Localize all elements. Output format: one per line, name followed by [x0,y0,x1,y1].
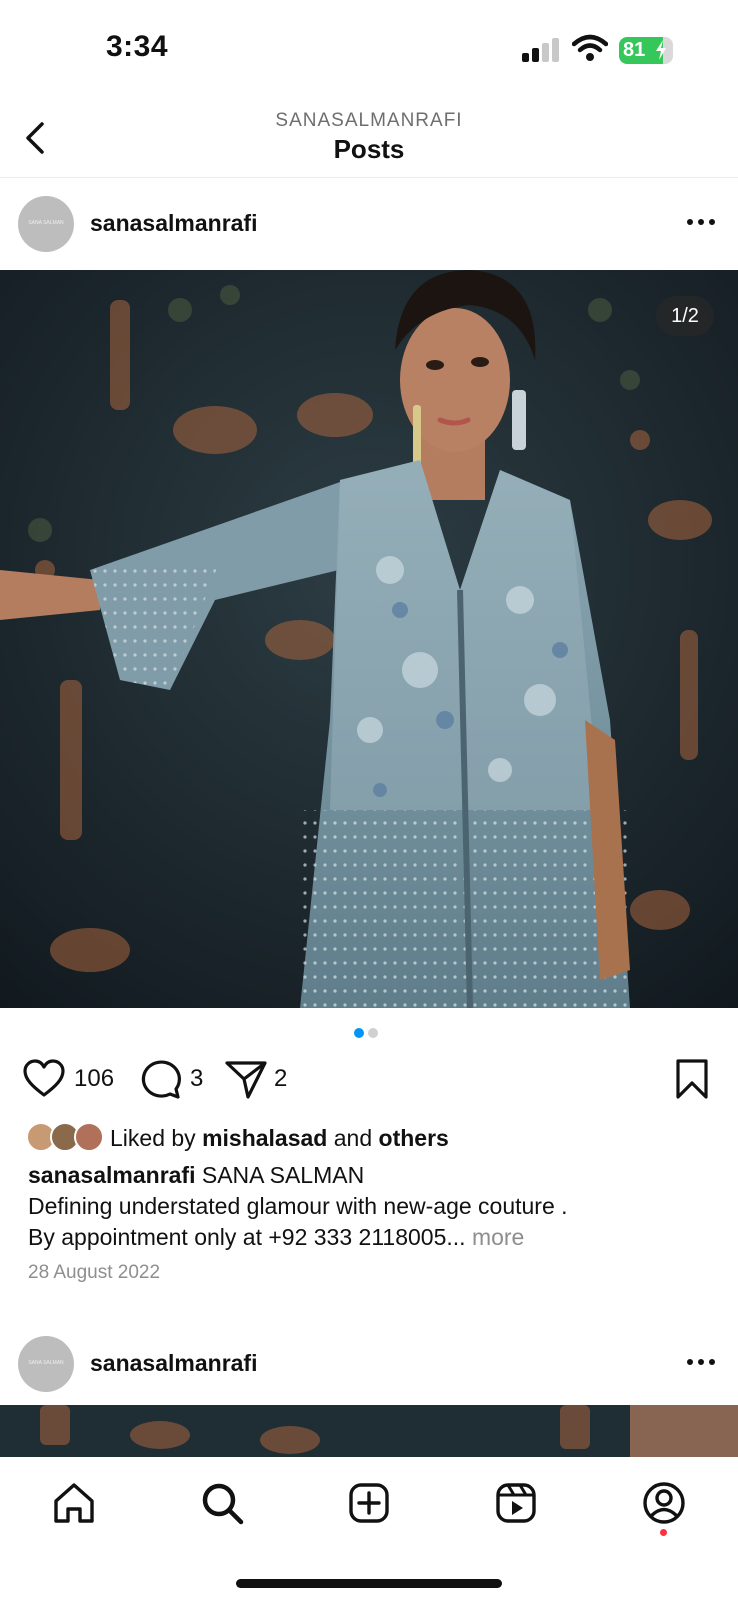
more-options-icon[interactable] [684,208,718,236]
next-post-header: SANA SALMAN sanasalmanrafi [0,1318,738,1406]
battery-indicator: 81 [619,37,673,64]
avatar-logo-text: SANA SALMAN [28,220,64,226]
home-icon[interactable] [50,1479,98,1527]
page-title: Posts [333,134,405,164]
comment-count[interactable]: 3 [190,1065,203,1093]
post-actions: 106 3 2 [0,1055,738,1105]
more-options-icon[interactable] [684,1348,718,1376]
battery-percentage: 81 [623,39,646,61]
caption-line-2: Defining understated glamour with new-ag… [28,1193,568,1219]
post-photo[interactable] [0,270,738,1008]
comment-icon[interactable] [138,1059,182,1099]
post-caption: sanasalmanrafi SANA SALMAN Defining unde… [28,1160,718,1253]
carousel-dot [368,1028,378,1038]
profile-icon[interactable] [640,1479,688,1527]
liked-by-text: Liked by mishalasad and others [110,1125,449,1152]
cellular-signal-icon [522,38,559,62]
home-indicator [236,1579,502,1588]
like-count[interactable]: 106 [74,1065,114,1093]
charging-bolt-icon [656,40,666,60]
liker-avatar [74,1122,104,1152]
caption-line-3: By appointment only at +92 333 2118005..… [28,1224,466,1250]
header-username: SANASALMANRAFI [275,110,463,131]
liked-by[interactable]: Liked by mishalasad and others [26,1120,726,1154]
tab-bar [0,1457,738,1600]
post-username[interactable]: sanasalmanrafi [90,1350,257,1377]
carousel-dots [354,1028,384,1038]
share-count[interactable]: 2 [274,1065,287,1093]
next-post-photo[interactable] [0,1405,738,1457]
liked-by-others[interactable]: others [379,1125,449,1151]
reels-icon[interactable] [492,1479,540,1527]
liked-by-prefix: Liked by [110,1125,203,1151]
carousel-page-indicator: 1/2 [656,296,714,336]
avatar-logo-text: SANA SALMAN [28,1360,64,1366]
carousel-dot-active [354,1028,364,1038]
caption-username[interactable]: sanasalmanrafi [28,1162,195,1188]
post-date: 28 August 2022 [28,1262,161,1283]
caption-line-1: SANA SALMAN [195,1162,365,1188]
posts-header: SANASALMANRAFI Posts [0,100,738,178]
post-username[interactable]: sanasalmanrafi [90,210,257,237]
caption-more-link[interactable]: more [472,1224,524,1250]
share-icon[interactable] [224,1059,268,1099]
liked-by-user[interactable]: mishalasad [202,1125,327,1151]
heart-icon[interactable] [22,1059,66,1099]
post-header: SANA SALMAN sanasalmanrafi [0,178,738,266]
wifi-icon [572,34,608,61]
next-post-image [0,1405,738,1457]
liked-by-and: and [327,1125,379,1151]
bookmark-icon[interactable] [670,1059,714,1099]
post-image [0,270,738,1008]
create-icon[interactable] [345,1479,393,1527]
avatar[interactable]: SANA SALMAN [18,1336,74,1392]
notification-dot [660,1529,667,1536]
status-time: 3:34 [106,30,169,63]
search-icon[interactable] [198,1479,246,1527]
status-bar: 3:34 81 [0,0,738,100]
avatar[interactable]: SANA SALMAN [18,196,74,252]
